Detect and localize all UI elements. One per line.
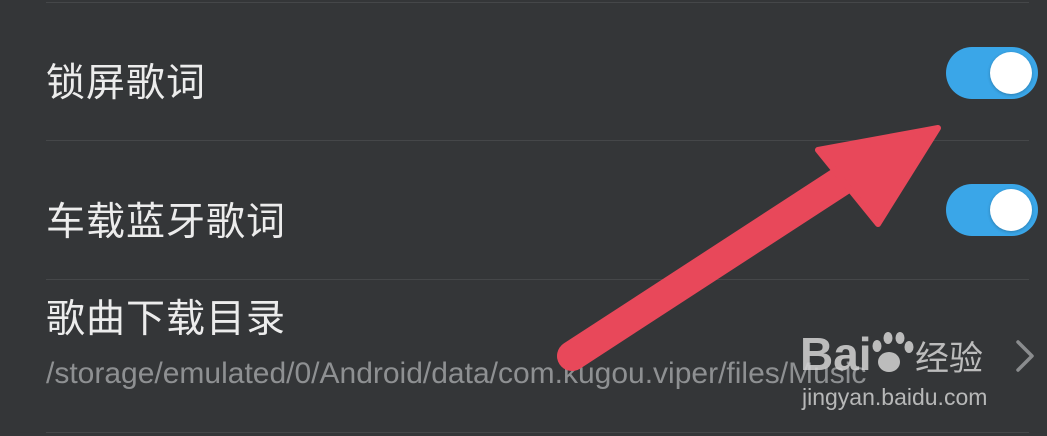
settings-screen: 锁屏歌词 车载蓝牙歌词 歌曲下载目录 /storage/emulated/0/A… <box>0 0 1047 436</box>
setting-label-download-directory: 歌曲下载目录 <box>46 297 287 342</box>
lockscreen-lyrics-toggle[interactable] <box>946 47 1038 99</box>
car-bluetooth-lyrics-toggle[interactable] <box>946 184 1038 236</box>
watermark-url: jingyan.baidu.com <box>802 384 988 410</box>
setting-row-car-bluetooth-lyrics[interactable]: 车载蓝牙歌词 <box>0 141 1047 279</box>
svg-text:Bai: Bai <box>800 328 872 380</box>
baidu-jingyan-watermark: Bai 经验 jingyan.baidu.com <box>800 322 1000 414</box>
setting-label-car-bluetooth-lyrics: 车载蓝牙歌词 <box>46 200 287 245</box>
chevron-right-icon[interactable] <box>1006 336 1042 376</box>
setting-row-lockscreen-lyrics[interactable]: 锁屏歌词 <box>0 2 1047 140</box>
baidu-paw-logo-icon: Bai 经验 <box>800 328 983 380</box>
divider <box>46 432 1029 433</box>
toggle-knob <box>990 52 1032 94</box>
setting-label-lockscreen-lyrics: 锁屏歌词 <box>46 61 207 106</box>
svg-text:经验: 经验 <box>915 339 983 379</box>
toggle-knob <box>990 189 1032 231</box>
